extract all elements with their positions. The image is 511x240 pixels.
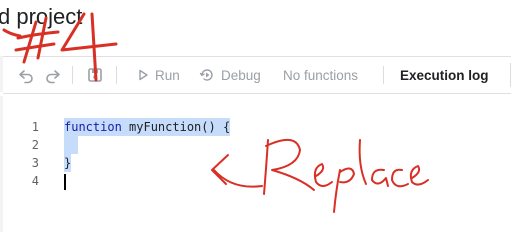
execution-log-label: Execution log: [400, 67, 489, 83]
editor-toolbar: Run Debug No functions Execution log: [3, 56, 511, 94]
toolbar-divider: [72, 66, 73, 84]
toolbar-divider: [383, 66, 384, 84]
code-keyword: function: [64, 120, 122, 134]
code-rest: myFunction() {: [121, 120, 231, 134]
run-button[interactable]: Run: [137, 57, 180, 93]
code-text[interactable]: }: [64, 154, 72, 172]
text-cursor: [64, 174, 66, 190]
code-editor[interactable]: 1 function myFunction() { 2 3 } 4: [3, 96, 511, 232]
line-number: 4: [31, 174, 39, 188]
code-text[interactable]: function myFunction() {: [64, 118, 231, 136]
redo-icon[interactable]: [44, 66, 62, 84]
debug-button-label: Debug: [221, 67, 261, 83]
function-select-label: No functions: [283, 67, 359, 83]
line-number: 1: [31, 120, 39, 134]
line-number: 3: [31, 156, 39, 170]
code-line: 1 function myFunction() {: [3, 118, 511, 136]
code-line: 4: [3, 172, 511, 190]
save-icon[interactable]: [86, 66, 104, 84]
code-line: 2: [3, 136, 511, 154]
line-number: 2: [31, 138, 39, 152]
debug-icon: [199, 69, 213, 81]
code-text[interactable]: [64, 136, 79, 154]
undo-icon[interactable]: [17, 66, 35, 84]
execution-log-button[interactable]: Execution log: [400, 57, 489, 93]
project-title[interactable]: d project: [0, 4, 82, 30]
function-select[interactable]: No functions: [283, 57, 358, 93]
play-icon: [139, 69, 148, 81]
code-rest: }: [64, 156, 72, 170]
code-rest: [64, 138, 78, 152]
debug-button[interactable]: Debug: [199, 57, 261, 93]
toolbar-divider: [116, 66, 117, 84]
run-button-label: Run: [155, 67, 180, 83]
code-line: 3 }: [3, 154, 511, 172]
apps-script-editor: d project Run Debug No functions Executi…: [0, 0, 511, 232]
